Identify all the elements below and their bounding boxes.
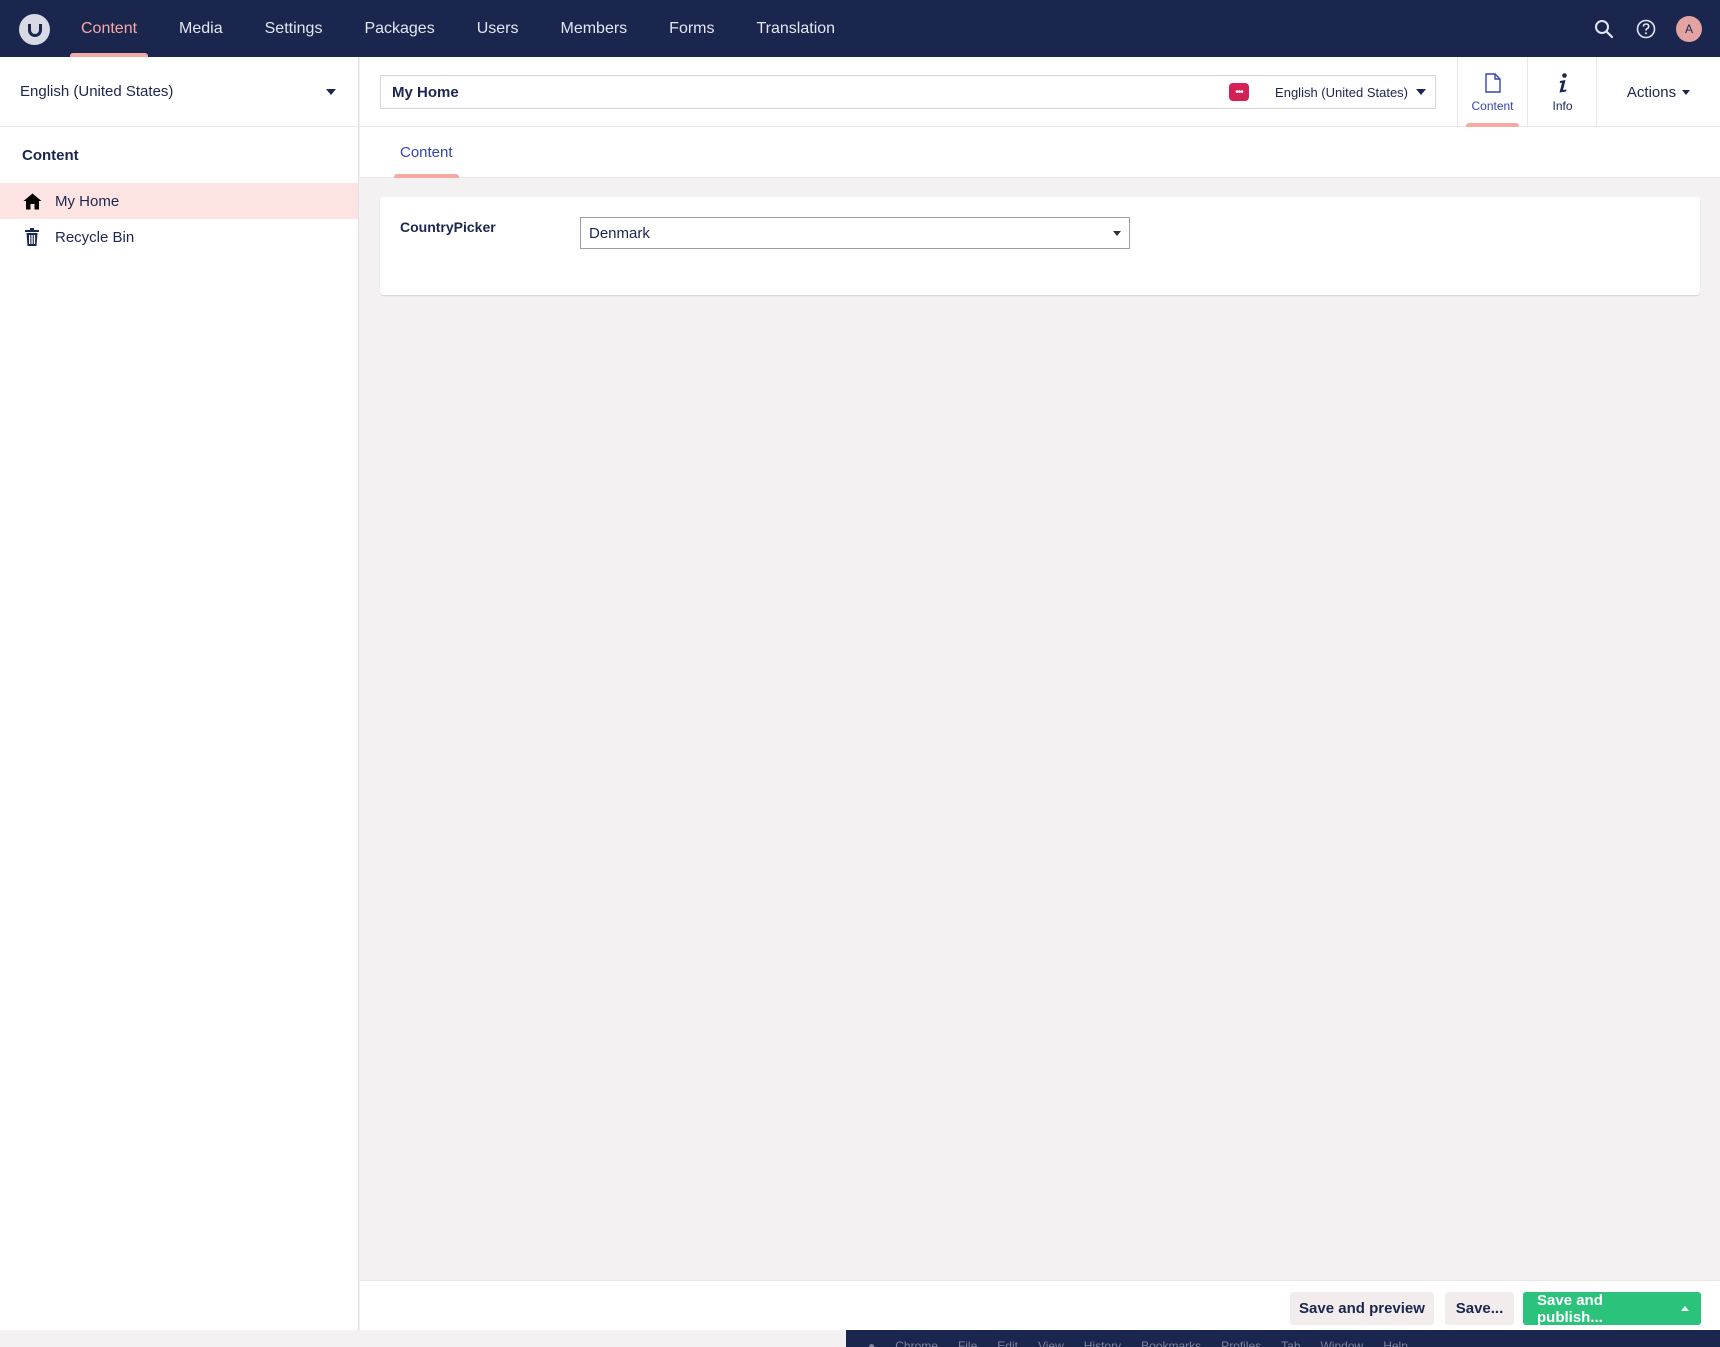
status-indicator-icon: ••• [1229, 83, 1250, 101]
country-picker-value: Denmark [589, 224, 650, 242]
chevron-down-icon [1113, 230, 1121, 236]
variant-language-label: English (United States) [1275, 84, 1408, 100]
app-window: Content Media Settings Packages Users Me… [0, 0, 1720, 1347]
info-icon [1557, 71, 1569, 95]
save-and-publish-button-group: Save and publish... [1523, 1292, 1701, 1326]
os-menu-item[interactable]: Chrome [895, 1339, 938, 1347]
os-menu-item[interactable]: Bookmarks [1141, 1339, 1201, 1347]
sidebar-language-label: English (United States) [20, 83, 174, 100]
chevron-down-icon [1682, 89, 1691, 95]
tree-item-recycle-bin[interactable]: Recycle Bin [0, 219, 358, 255]
os-menu-item[interactable]: Edit [997, 1339, 1018, 1347]
tree-item-my-home[interactable]: My Home [0, 183, 358, 219]
editor-app-tabs: Content Info [1457, 57, 1597, 127]
tab-content[interactable]: Content [394, 127, 459, 178]
node-name-input[interactable] [381, 76, 1230, 108]
tree-section-title: Content [22, 147, 79, 164]
search-icon[interactable] [1592, 17, 1616, 41]
document-icon [1484, 71, 1501, 95]
os-menu-item[interactable]: Tab [1281, 1339, 1300, 1347]
section-tab-media[interactable]: Media [168, 0, 234, 57]
os-menu-bar: ● Chrome File Edit View History Bookmark… [846, 1330, 1720, 1347]
content-tree-sidebar: English (United States) Content My Home … [0, 57, 359, 1330]
section-tab-forms[interactable]: Forms [658, 0, 725, 57]
os-menu-item[interactable]: Help [1383, 1339, 1408, 1347]
chevron-down-icon [1416, 89, 1426, 95]
umbraco-logo-icon[interactable] [19, 14, 50, 45]
property-panel: CountryPicker Denmark [380, 197, 1700, 295]
save-button[interactable]: Save... [1445, 1292, 1514, 1325]
os-menu-item[interactable]: Profiles [1221, 1339, 1261, 1347]
os-menu-item[interactable]: Window [1321, 1339, 1364, 1347]
apple-icon: ● [868, 1339, 876, 1347]
section-nav: Content Media Settings Packages Users Me… [70, 0, 866, 57]
node-name-field: ••• English (United States) [380, 75, 1436, 109]
app-tab-label: Content [1471, 99, 1514, 113]
top-right-tools: A [1574, 0, 1702, 57]
content-group-tabs: Content [360, 127, 1720, 178]
app-tab-info[interactable]: Info [1527, 57, 1597, 127]
home-icon [22, 191, 42, 211]
trash-icon [22, 227, 42, 247]
actions-label: Actions [1626, 83, 1677, 101]
section-tab-packages[interactable]: Packages [353, 0, 445, 57]
editor-footer: Save and preview Save... Save and publis… [360, 1280, 1720, 1330]
os-menu-item[interactable]: File [958, 1339, 977, 1347]
publish-options-toggle[interactable] [1669, 1292, 1701, 1325]
app-tab-label: Info [1552, 99, 1573, 113]
chevron-down-icon [326, 88, 336, 95]
tree-item-label: Recycle Bin [55, 228, 135, 246]
os-menu-item[interactable]: View [1038, 1339, 1064, 1347]
os-menu-item[interactable]: History [1084, 1339, 1121, 1347]
property-label: CountryPicker [400, 219, 496, 235]
save-and-publish-button[interactable]: Save and publish... [1523, 1292, 1669, 1326]
sidebar-language-select[interactable]: English (United States) [0, 57, 358, 127]
section-tab-translation[interactable]: Translation [746, 0, 847, 57]
variant-language-select[interactable]: English (United States) [1275, 85, 1435, 100]
country-picker-select[interactable]: Denmark [580, 217, 1130, 249]
save-and-preview-button[interactable]: Save and preview [1290, 1292, 1434, 1325]
section-tab-content[interactable]: Content [70, 0, 149, 57]
user-avatar[interactable]: A [1676, 15, 1702, 42]
actions-menu-button[interactable]: Actions [1596, 57, 1720, 127]
section-tab-settings[interactable]: Settings [254, 0, 334, 57]
help-icon[interactable] [1634, 17, 1658, 41]
section-tab-users[interactable]: Users [466, 0, 530, 57]
tree-item-label: My Home [55, 192, 120, 210]
editor-header: ••• English (United States) Content Info [360, 57, 1720, 127]
chevron-up-icon [1681, 1306, 1689, 1311]
app-tab-content[interactable]: Content [1457, 57, 1527, 127]
section-tab-members[interactable]: Members [549, 0, 638, 57]
top-navigation-bar: Content Media Settings Packages Users Me… [0, 0, 1720, 57]
